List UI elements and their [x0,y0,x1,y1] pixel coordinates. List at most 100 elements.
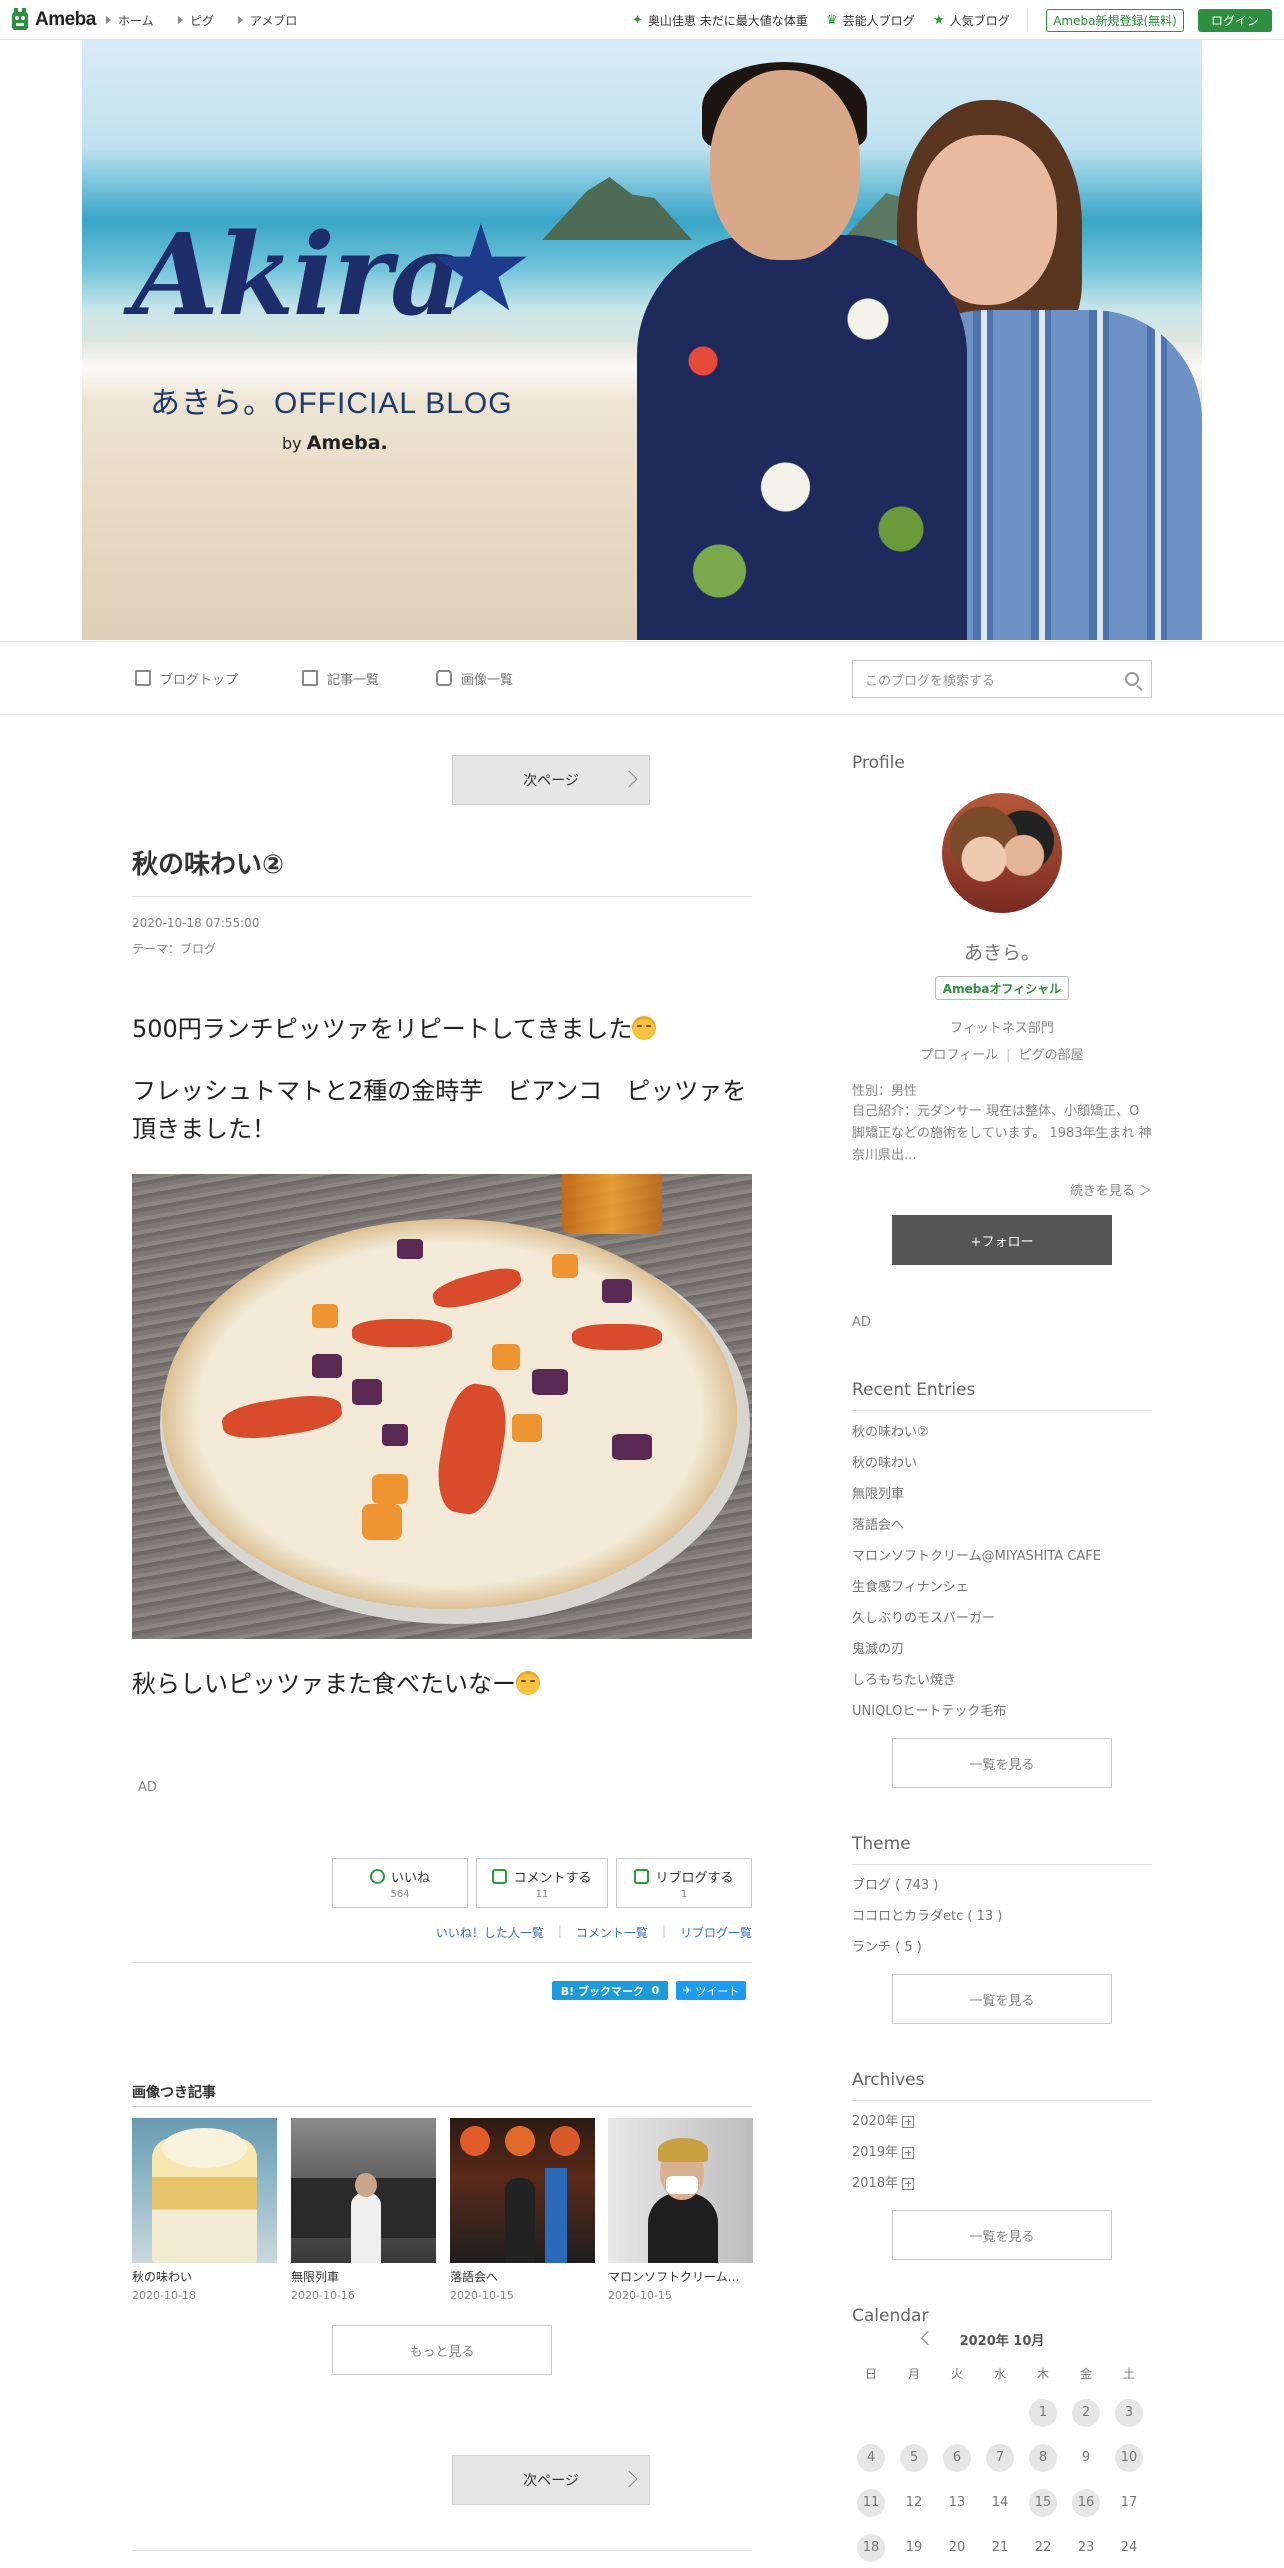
expand-plus-icon[interactable] [902,2177,915,2190]
liked-users-link[interactable]: いいね！した人一覧 [436,1924,544,1941]
recent-entry-link[interactable]: 鬼滅の刃 [852,1634,1152,1665]
image-entry-thumbnail [291,2118,436,2263]
like-button[interactable]: いいね 564 [332,1858,468,1908]
recent-entry-link[interactable]: UNIQLOヒートテック毛布 [852,1696,1152,1727]
calendar-day[interactable]: 18 [857,2534,885,2562]
profile-gender: 性別：男性 [852,1084,918,1099]
expand-plus-icon[interactable] [902,2146,915,2159]
calendar-day[interactable]: 1 [1029,2399,1057,2427]
profile-heading: Profile [852,753,905,773]
archive-year-2018[interactable]: 2018年 [852,2168,1152,2199]
topnav-pigg[interactable]: ピグ [178,0,214,40]
divider [132,2550,752,2551]
comment-button[interactable]: コメントする 11 [476,1858,608,1908]
calendar-day[interactable]: 7 [986,2444,1014,2472]
calendar-weekday: 土 [1122,2367,1135,2381]
archives-list: 2020年 2019年 2018年 [852,2106,1152,2199]
recent-entry-link[interactable]: 無限列車 [852,1479,1152,1510]
calendar-day[interactable]: 6 [943,2444,971,2472]
topbar-link-celebrity[interactable]: ♛ 芸能人ブログ [826,0,915,40]
login-button[interactable]: ログイン [1198,9,1272,32]
archive-year-2020[interactable]: 2020年 [852,2106,1152,2137]
search-icon[interactable] [1125,672,1139,686]
recent-entry-link[interactable]: 生食感フィナンシェ [852,1572,1152,1603]
calendar-day: 13 [948,2495,966,2510]
calendar-day[interactable]: 3 [1115,2399,1143,2427]
theme-link[interactable]: ブログ ( 743 ) [852,1870,1152,1901]
topnav-ameblo[interactable]: アメブロ [238,0,297,40]
register-button[interactable]: Ameba新規登録(無料) [1046,9,1184,32]
recent-entry-link[interactable]: 久しぶりのモスバーガー [852,1603,1152,1634]
recent-entry-link[interactable]: 秋の味わい② [852,1417,1152,1448]
calendar-day[interactable]: 2 [1072,2399,1100,2427]
profile-link[interactable]: プロフィール [920,1048,998,1063]
subnav-image-list[interactable]: 画像一覧 [436,642,513,714]
topnav-home[interactable]: ホーム [106,0,154,40]
expand-plus-icon[interactable] [902,2115,915,2128]
theme-link[interactable]: ココロとカラダetc ( 13 ) [852,1901,1152,1932]
image-entry-thumbnail [132,2118,277,2263]
recent-entry-link[interactable]: マロンソフトクリーム@MIYASHITA CAFE [852,1541,1152,1572]
recent-entry-link[interactable]: 秋の味わい [852,1448,1152,1479]
entry-title[interactable]: 秋の味わい② [132,844,284,881]
reblog-button[interactable]: リブログする 1 [616,1858,752,1908]
comment-label: コメントする [513,1870,592,1886]
comment-list-link[interactable]: コメント一覧 [576,1924,648,1941]
avatar[interactable] [942,793,1062,913]
profile-more-link[interactable]: 続きを見る ＞ [852,1180,1152,1199]
topbar-link-trending-label: 奥山佳恵 未だに最大値な体重 [647,13,808,28]
archive-year-2019[interactable]: 2019年 [852,2137,1152,2168]
image-entry-card[interactable]: 落語会へ 2020-10-15 [450,2118,595,2302]
image-entry-card[interactable]: 無限列車 2020-10-16 [291,2118,436,2302]
potato-shape [352,1379,382,1405]
pigg-room-link[interactable]: ピグの部屋 [1019,1048,1084,1063]
calendar-day[interactable]: 11 [857,2489,885,2517]
calendar-day: 21 [991,2540,1009,2555]
theme-link[interactable]: ランチ ( 5 ) [852,1932,1152,1963]
subnav-image-list-label: 画像一覧 [461,672,514,688]
potato-shape [382,1424,408,1446]
image-entry-thumbnail [608,2118,753,2263]
image-entry-card[interactable]: 秋の味わい 2020-10-18 [132,2118,277,2302]
profile-category[interactable]: フィットネス部門 [852,1017,1152,1036]
reblog-list-link[interactable]: リブログ一覧 [680,1924,752,1941]
recent-entry-link[interactable]: しろもちたい焼き [852,1665,1152,1696]
ameba-logo[interactable]: Ameba [10,7,96,33]
follow-button[interactable]: +フォロー [892,1215,1112,1265]
profile-name[interactable]: あきら。 [852,938,1152,965]
smile-icon [369,1868,385,1884]
entry-paragraph-text: 秋らしいピッツァまた食べたいなー [132,1670,516,1698]
calendar-day[interactable]: 15 [1029,2489,1057,2517]
star-icon: ★ [933,12,945,28]
more-images-button[interactable]: もっと見る [332,2325,552,2375]
entry-theme-link[interactable]: ブログ [180,942,216,956]
image-entry-card[interactable]: マロンソフトクリーム… 2020-10-15 [608,2118,753,2302]
entry-paragraph: 秋らしいピッツァまた食べたいなー [132,1665,762,1703]
global-header: Ameba ホーム ピグ アメブロ ✦ 奥山佳恵 未だに最大値な体重 ♛ 芸能人ブロ… [0,0,1284,40]
calendar-day[interactable]: 5 [900,2444,928,2472]
ameba-mascot-icon [10,7,30,33]
entry-photo-pizza[interactable] [132,1174,752,1639]
calendar-day[interactable]: 10 [1115,2444,1143,2472]
entry-date: 2020-10-18 07:55:00 [132,916,260,930]
image-entry-date: 2020-10-15 [450,2289,514,2302]
entry-theme-label: テーマ： [132,942,181,956]
next-page-button-bottom[interactable]: 次ページ [452,2455,650,2505]
theme-list-button[interactable]: 一覧を見る [892,1974,1112,2024]
blog-header-image[interactable]: Akira ★ あきら。OFFICIAL BLOG by Ameba. [82,40,1202,640]
topbar-link-popular[interactable]: ★ 人気ブログ [933,0,1010,40]
subnav-entry-list[interactable]: 記事一覧 [302,642,379,714]
calendar-day[interactable]: 8 [1029,2444,1057,2472]
subnav-blog-top[interactable]: ブログトップ [135,642,238,714]
next-page-button-top[interactable]: 次ページ [452,755,650,805]
calendar-day[interactable]: 4 [857,2444,885,2472]
tweet-button[interactable]: ✈ ツイート [676,1981,746,2000]
recent-list-button[interactable]: 一覧を見る [892,1738,1112,1788]
calendar-day: 12 [905,2495,923,2510]
calendar-day[interactable]: 16 [1072,2489,1100,2517]
topbar-link-trending[interactable]: ✦ 奥山佳恵 未だに最大値な体重 [632,0,808,40]
blog-search-input[interactable]: このブログを検索する [852,660,1152,698]
recent-entry-link[interactable]: 落語会へ [852,1510,1152,1541]
archives-list-button[interactable]: 一覧を見る [892,2210,1112,2260]
hatena-bookmark-button[interactable]: B! ブックマーク 0 [552,1981,668,2000]
